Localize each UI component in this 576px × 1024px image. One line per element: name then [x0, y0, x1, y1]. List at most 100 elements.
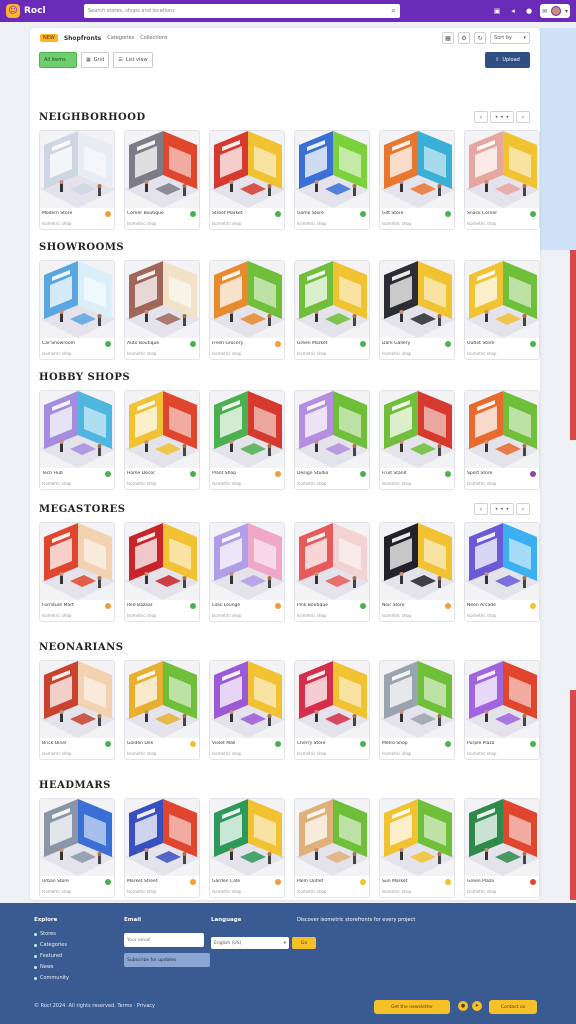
store-thumbnail[interactable] — [125, 523, 199, 600]
store-card[interactable]: Golden Deli Isometric shop — [124, 660, 200, 760]
store-thumbnail[interactable] — [125, 131, 199, 208]
store-card-title[interactable]: Red Bazaar — [127, 603, 189, 608]
store-thumbnail[interactable] — [380, 523, 454, 600]
store-card[interactable]: Street Market Isometric shop — [209, 130, 285, 230]
store-thumbnail[interactable] — [40, 391, 114, 468]
store-thumbnail[interactable] — [40, 523, 114, 600]
store-card-title[interactable]: Golden Deli — [127, 741, 189, 746]
store-thumbnail[interactable] — [210, 391, 284, 468]
prev-arrow-icon[interactable]: ‹ — [474, 503, 488, 515]
store-card-title[interactable]: Furniture Mart — [42, 603, 104, 608]
search-box[interactable]: Search stores, shops and locations ⌕ — [84, 4, 400, 18]
store-card[interactable]: Lilac Lounge Isometric shop — [209, 522, 285, 622]
social-icon[interactable]: ● — [458, 1001, 468, 1011]
store-card[interactable]: Car Showroom Isometric shop — [39, 260, 115, 360]
store-card-title[interactable]: Modern Store — [42, 211, 104, 216]
language-go-button[interactable]: Go — [292, 937, 316, 949]
store-card[interactable]: Purple Plaza Isometric shop — [464, 660, 540, 760]
store-card-title[interactable]: Home Decor — [127, 471, 189, 476]
store-thumbnail[interactable] — [295, 523, 369, 600]
store-card[interactable]: Modern Store Isometric shop — [39, 130, 115, 230]
store-card-title[interactable]: Car Showroom — [42, 341, 104, 346]
store-card[interactable]: Pink Boutique Isometric shop — [294, 522, 370, 622]
store-card[interactable]: Garden Cafe Isometric shop — [209, 798, 285, 898]
store-card-title[interactable]: Fruit Stand — [382, 471, 444, 476]
store-thumbnail[interactable] — [125, 661, 199, 738]
store-card-title[interactable]: Cherry Store — [297, 741, 359, 746]
search-input[interactable]: Search stores, shops and locations — [88, 8, 392, 14]
filter-grid-button[interactable]: ▦ Grid — [81, 52, 110, 68]
next-arrow-icon[interactable]: › — [516, 503, 530, 515]
store-thumbnail[interactable] — [40, 661, 114, 738]
store-card-title[interactable]: Urban Store — [42, 879, 104, 884]
store-card[interactable]: Fruit Stand Isometric shop — [379, 390, 455, 490]
store-thumbnail[interactable] — [295, 261, 369, 338]
store-card[interactable]: Red Bazaar Isometric shop — [124, 522, 200, 622]
footer-link[interactable]: Categories — [34, 942, 69, 948]
pagination-dots-icon[interactable]: • • • — [490, 111, 514, 123]
refresh-icon[interactable]: ↻ — [474, 32, 486, 44]
store-card[interactable]: Noir Store Isometric shop — [379, 522, 455, 622]
language-select[interactable]: English (US) ▾ — [211, 937, 289, 949]
logo-text[interactable]: Rocl — [24, 6, 76, 16]
filter-list-button[interactable]: ☰ List view — [113, 52, 153, 68]
store-card[interactable]: Metro Shop Isometric shop — [379, 660, 455, 760]
store-thumbnail[interactable] — [465, 391, 539, 468]
pagination-dots-icon[interactable]: • • • — [490, 503, 514, 515]
store-card-title[interactable]: Corner Boutique — [127, 211, 189, 216]
store-thumbnail[interactable] — [40, 799, 114, 876]
store-card-title[interactable]: Street Market — [212, 211, 274, 216]
store-card-title[interactable]: Gift Store — [382, 211, 444, 216]
store-card[interactable]: Cherry Store Isometric shop — [294, 660, 370, 760]
store-thumbnail[interactable] — [380, 261, 454, 338]
store-card-title[interactable]: Metro Shop — [382, 741, 444, 746]
contact-button[interactable]: Contact us — [489, 1000, 537, 1014]
store-thumbnail[interactable] — [125, 261, 199, 338]
store-card-title[interactable]: Auto Boutique — [127, 341, 189, 346]
store-thumbnail[interactable] — [210, 131, 284, 208]
store-card[interactable]: Brick Diner Isometric shop — [39, 660, 115, 760]
store-thumbnail[interactable] — [295, 131, 369, 208]
store-card-title[interactable]: Plant Shop — [212, 471, 274, 476]
cart-icon[interactable]: ▣ — [492, 7, 502, 15]
store-card[interactable]: Plant Shop Isometric shop — [209, 390, 285, 490]
store-thumbnail[interactable] — [295, 661, 369, 738]
store-card[interactable]: Green Plaza Isometric shop — [464, 798, 540, 898]
avatar[interactable] — [551, 6, 561, 16]
store-card[interactable]: Gift Store Isometric shop — [379, 130, 455, 230]
upload-button[interactable]: ⇪ Upload — [485, 52, 530, 68]
store-card[interactable]: Corner Boutique Isometric shop — [124, 130, 200, 230]
store-thumbnail[interactable] — [210, 523, 284, 600]
logo-icon[interactable]: ☺ — [6, 4, 20, 18]
footer-link[interactable]: Featured — [34, 953, 69, 959]
store-thumbnail[interactable] — [125, 391, 199, 468]
next-arrow-icon[interactable]: › — [516, 111, 530, 123]
store-card[interactable]: Furniture Mart Isometric shop — [39, 522, 115, 622]
footer-link[interactable]: Stores — [34, 931, 69, 937]
store-card[interactable]: Sport Store Isometric shop — [464, 390, 540, 490]
store-card[interactable]: Market Street Isometric shop — [124, 798, 200, 898]
sort-select[interactable]: Sort by ▾ — [490, 32, 530, 44]
store-card-title[interactable]: Outlet Store — [467, 341, 529, 346]
store-thumbnail[interactable] — [295, 391, 369, 468]
grid-view-icon[interactable]: ▦ — [442, 32, 454, 44]
store-card-title[interactable]: Market Street — [127, 879, 189, 884]
user-menu[interactable]: ✉ ▾ — [540, 4, 570, 18]
store-card-title[interactable]: Violet Mall — [212, 741, 274, 746]
store-card[interactable]: Urban Store Isometric shop — [39, 798, 115, 898]
store-thumbnail[interactable] — [465, 799, 539, 876]
store-thumbnail[interactable] — [465, 523, 539, 600]
store-thumbnail[interactable] — [380, 799, 454, 876]
store-card-title[interactable]: Palm Outlet — [297, 879, 359, 884]
store-card-title[interactable]: Garden Cafe — [212, 879, 274, 884]
store-card-title[interactable]: Design Studio — [297, 471, 359, 476]
newsletter-email-field[interactable]: Your email — [124, 933, 204, 947]
prev-arrow-icon[interactable]: ‹ — [474, 111, 488, 123]
store-card-title[interactable]: Sport Store — [467, 471, 529, 476]
crumb-collections[interactable]: Collections — [140, 35, 167, 41]
settings-icon[interactable]: ⚙ — [458, 32, 470, 44]
store-card-title[interactable]: Purple Plaza — [467, 741, 529, 746]
store-thumbnail[interactable] — [465, 261, 539, 338]
store-card-title[interactable]: Green Market — [297, 341, 359, 346]
store-card-title[interactable]: Noir Store — [382, 603, 444, 608]
